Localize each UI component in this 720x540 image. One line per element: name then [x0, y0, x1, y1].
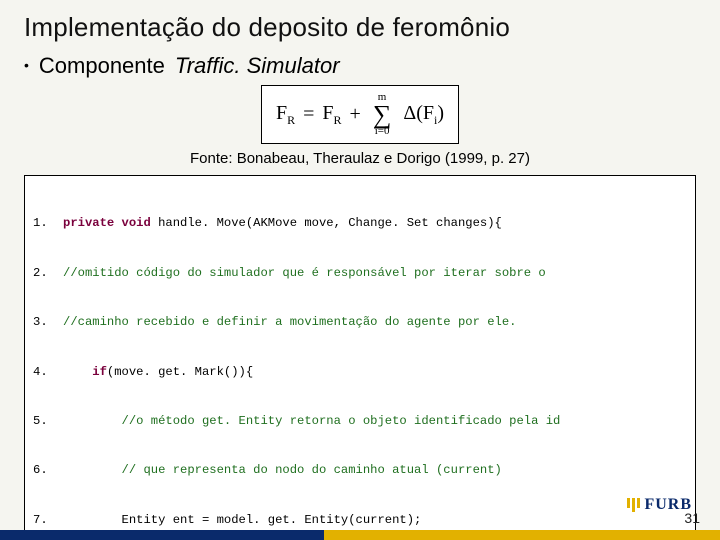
slide-title: Implementação do deposito de feromônio [24, 12, 696, 43]
furb-logo: FURB [627, 496, 692, 514]
equals-icon: = [303, 103, 314, 126]
code-line: 5. //o método get. Entity retorna o obje… [33, 413, 687, 429]
component-label: Componente [39, 53, 165, 79]
sigma-icon: m ∑ i=0 [373, 92, 392, 137]
source-citation: Fonte: Bonabeau, Theraulaz e Dorigo (199… [24, 150, 696, 167]
formula: FR = FR + m ∑ i=0 Δ(Fi) [276, 92, 444, 137]
plus-icon: + [350, 103, 361, 126]
code-line: 3.//caminho recebido e definir a movimen… [33, 314, 687, 330]
code-line: 4. if(move. get. Mark()){ [33, 364, 687, 380]
code-line: 2.//omitido código do simulador que é re… [33, 265, 687, 281]
bullet-icon: • [24, 57, 29, 73]
logo-bars-icon [627, 498, 640, 512]
code-line: 6. // que representa do nodo do caminho … [33, 462, 687, 478]
footer-accent-bar [0, 530, 720, 540]
page-number: 31 [684, 510, 700, 526]
formula-lhs: FR [276, 102, 295, 128]
formula-box: FR = FR + m ∑ i=0 Δ(Fi) [261, 85, 459, 144]
formula-delta: Δ(Fi) [403, 102, 444, 128]
formula-rhs1: FR [322, 102, 341, 128]
slide: Implementação do deposito de feromônio •… [0, 0, 720, 540]
code-line: 1.private void handle. Move(AKMove move,… [33, 215, 687, 231]
component-name: Traffic. Simulator [175, 53, 340, 79]
code-line: 7. Entity ent = model. get. Entity(curre… [33, 512, 687, 528]
bullet-row: • Componente Traffic. Simulator [24, 53, 696, 79]
code-block: 1.private void handle. Move(AKMove move,… [24, 175, 696, 540]
